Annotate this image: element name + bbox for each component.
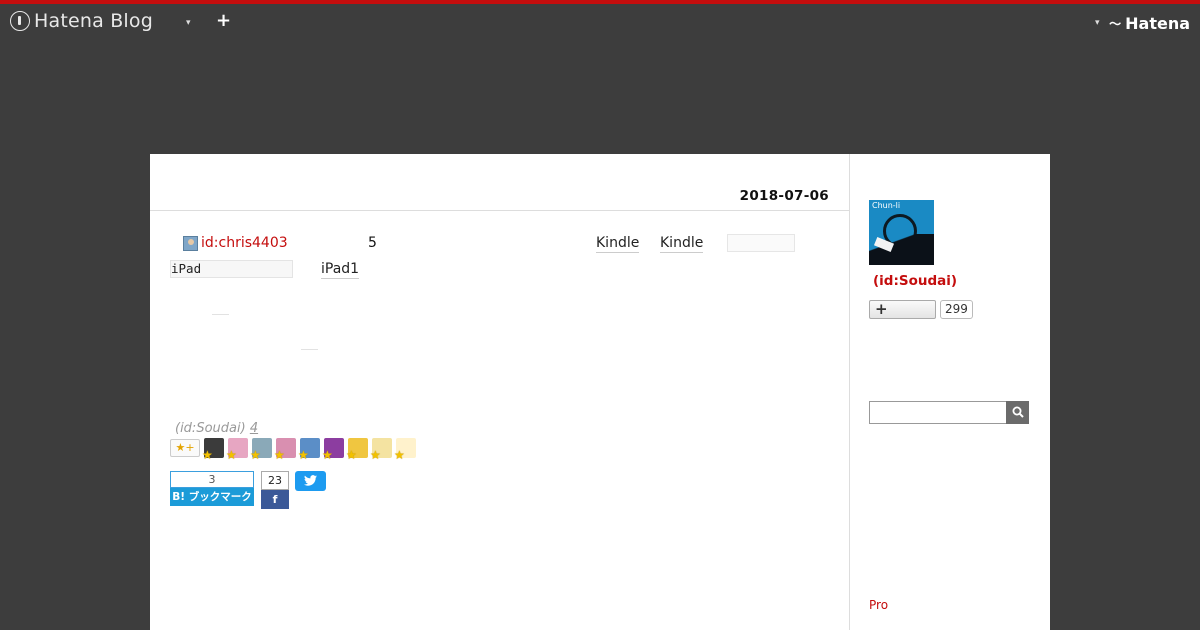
entry-date[interactable]: 2018-07-06 (740, 188, 829, 204)
profile-name[interactable]: (id:Soudai) (873, 273, 957, 289)
twitter-share-button[interactable] (295, 471, 326, 491)
blog-search (869, 401, 1029, 424)
inline-code-box (727, 234, 795, 252)
blog-content: 2018-07-06 id:chris4403 5 Kindle Kindle … (150, 154, 1050, 630)
star-user-icon[interactable]: ★ (202, 438, 224, 462)
user-menu-caret-icon[interactable]: ▾ (1095, 18, 1100, 28)
entry-number: 5 (368, 235, 377, 251)
global-header: Hatena Blog ▾ + ▾ 〜 Hatena (0, 4, 1200, 40)
search-input[interactable] (869, 401, 1006, 424)
hatena-blog-logo-icon (10, 11, 30, 31)
hatena-name: Hatena (1125, 14, 1190, 33)
facebook-icon: f (261, 490, 289, 509)
follow-button[interactable]: + (869, 300, 936, 319)
blog-menu-caret-icon[interactable]: ▾ (186, 18, 191, 28)
inline-code-ipad: iPad (170, 260, 293, 278)
faint-divider-2 (301, 349, 318, 350)
star-user-icon[interactable]: ★ (346, 438, 368, 462)
star-count[interactable]: 4 (250, 421, 258, 436)
bookmark-count: 3 (170, 471, 254, 488)
search-button[interactable] (1006, 401, 1029, 424)
star-user-icon[interactable]: ★ (322, 438, 344, 462)
author-link[interactable]: id:chris4403 (201, 235, 288, 251)
author-line: id:chris4403 (183, 235, 288, 251)
brand-name: Hatena Blog (34, 10, 153, 32)
star-user-icon[interactable]: ★ (394, 438, 416, 462)
date-divider (150, 210, 849, 211)
facebook-share-button[interactable]: 23 f (261, 471, 289, 509)
kindle-link-1[interactable]: Kindle (596, 235, 640, 253)
avatar-caption: Chun-li (872, 201, 901, 210)
sidebar: Chun-li (id:Soudai) + 299 Pro (850, 154, 1050, 630)
star-row: ★+ ★ ★ ★ ★ ★ ★ ★ ★ ★ (170, 438, 420, 462)
hatena-blog-logo[interactable]: Hatena Blog (10, 10, 153, 32)
star-owner[interactable]: (id:Soudai) (175, 421, 246, 436)
follow-row: + 299 (869, 300, 973, 319)
hatena-logo-link[interactable]: 〜 Hatena (1109, 14, 1190, 33)
star-user-icon[interactable]: ★ (226, 438, 248, 462)
kindle-link-2[interactable]: Kindle (660, 235, 704, 253)
add-star-button[interactable]: ★+ (170, 439, 200, 457)
star-summary: (id:Soudai) 4 (175, 421, 258, 436)
pro-link[interactable]: Pro (869, 598, 888, 612)
star-user-icon[interactable]: ★ (274, 438, 296, 462)
twitter-bird-icon (304, 475, 317, 486)
hatena-mark-icon: 〜 (1109, 17, 1122, 31)
bookmark-label: B! ブックマーク (170, 488, 254, 506)
add-entry-button[interactable]: + (216, 10, 231, 31)
faint-divider-1 (212, 314, 229, 315)
ipad1-link[interactable]: iPad1 (321, 261, 360, 279)
search-icon (1012, 406, 1024, 418)
author-avatar[interactable] (183, 235, 198, 251)
star-user-icon[interactable]: ★ (298, 438, 320, 462)
star-user-icon[interactable]: ★ (370, 438, 392, 462)
share-buttons: 3 B! ブックマーク 23 f (170, 471, 326, 509)
profile-avatar[interactable]: Chun-li (869, 200, 934, 265)
star-user-icon[interactable]: ★ (250, 438, 272, 462)
entry-main: 2018-07-06 id:chris4403 5 Kindle Kindle … (150, 154, 850, 630)
facebook-count: 23 (261, 471, 289, 490)
follower-count[interactable]: 299 (940, 300, 973, 319)
hatena-bookmark-button[interactable]: 3 B! ブックマーク (170, 471, 254, 506)
